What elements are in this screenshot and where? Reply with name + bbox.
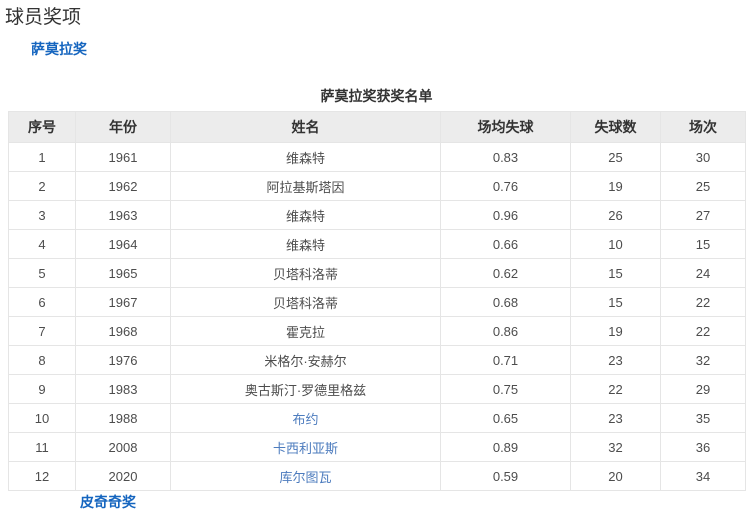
table-row: 3 1963 维森特 0.96 26 27 <box>8 200 746 230</box>
cell-no: 10 <box>8 403 76 433</box>
cell-matches: 27 <box>660 200 746 230</box>
header-cell-name: 姓名 <box>170 111 441 143</box>
table-row: 1 1961 维森特 0.83 25 30 <box>8 142 746 172</box>
header-cell-conceded: 失球数 <box>570 111 661 143</box>
cell-avg: 0.62 <box>440 258 571 288</box>
cell-matches: 30 <box>660 142 746 172</box>
cell-conceded: 15 <box>570 287 661 317</box>
table-row: 4 1964 维森特 0.66 10 15 <box>8 229 746 259</box>
cell-name: 维森特 <box>170 142 441 172</box>
cell-year: 1965 <box>75 258 171 288</box>
cell-year: 1961 <box>75 142 171 172</box>
cell-avg: 0.68 <box>440 287 571 317</box>
header-cell-year: 年份 <box>75 111 171 143</box>
cell-matches: 36 <box>660 432 746 462</box>
table-row: 6 1967 贝塔科洛蒂 0.68 15 22 <box>8 287 746 317</box>
cell-no: 1 <box>8 142 76 172</box>
cell-matches: 22 <box>660 316 746 346</box>
cell-matches: 29 <box>660 374 746 404</box>
cell-no: 5 <box>8 258 76 288</box>
table-row: 11 2008 卡西利亚斯 0.89 32 36 <box>8 432 746 462</box>
cell-avg: 0.71 <box>440 345 571 375</box>
header-cell-no: 序号 <box>8 111 76 143</box>
section-link-zamora[interactable]: 萨莫拉奖 <box>31 41 87 57</box>
partial-next-section-link[interactable]: 皮奇奇奖 <box>80 495 136 510</box>
cell-year: 1988 <box>75 403 171 433</box>
cell-year: 2008 <box>75 432 171 462</box>
cell-avg: 0.83 <box>440 142 571 172</box>
cell-conceded: 26 <box>570 200 661 230</box>
awards-table: 序号 年份 姓名 场均失球 失球数 场次 1 1961 维森特 0.83 25 … <box>8 111 746 491</box>
cell-name: 阿拉基斯塔因 <box>170 171 441 201</box>
cell-matches: 22 <box>660 287 746 317</box>
cell-no: 8 <box>8 345 76 375</box>
cell-year: 1983 <box>75 374 171 404</box>
cell-no: 9 <box>8 374 76 404</box>
cell-name-link[interactable]: 库尔图瓦 <box>170 461 441 491</box>
cell-matches: 24 <box>660 258 746 288</box>
table-row: 7 1968 霍克拉 0.86 19 22 <box>8 316 746 346</box>
header-cell-avg: 场均失球 <box>440 111 571 143</box>
cell-conceded: 15 <box>570 258 661 288</box>
cell-year: 1967 <box>75 287 171 317</box>
cell-conceded: 19 <box>570 316 661 346</box>
cell-conceded: 10 <box>570 229 661 259</box>
table-row: 12 2020 库尔图瓦 0.59 20 34 <box>8 461 746 491</box>
cell-conceded: 19 <box>570 171 661 201</box>
header-cell-matches: 场次 <box>660 111 746 143</box>
table-body: 1 1961 维森特 0.83 25 30 2 1962 阿拉基斯塔因 0.76… <box>8 142 746 491</box>
table-row: 10 1988 布约 0.65 23 35 <box>8 403 746 433</box>
cell-name: 霍克拉 <box>170 316 441 346</box>
cell-matches: 32 <box>660 345 746 375</box>
table-header-row: 序号 年份 姓名 场均失球 失球数 场次 <box>8 111 746 143</box>
table-caption: 萨莫拉奖获奖名单 <box>320 88 433 104</box>
cell-year: 1963 <box>75 200 171 230</box>
cell-avg: 0.76 <box>440 171 571 201</box>
cell-name: 米格尔·安赫尔 <box>170 345 441 375</box>
cell-no: 3 <box>8 200 76 230</box>
cell-no: 4 <box>8 229 76 259</box>
cell-matches: 35 <box>660 403 746 433</box>
cell-matches: 15 <box>660 229 746 259</box>
table-row: 5 1965 贝塔科洛蒂 0.62 15 24 <box>8 258 746 288</box>
cell-year: 1962 <box>75 171 171 201</box>
cell-avg: 0.59 <box>440 461 571 491</box>
cell-no: 11 <box>8 432 76 462</box>
cell-avg: 0.86 <box>440 316 571 346</box>
cell-year: 1968 <box>75 316 171 346</box>
cell-conceded: 20 <box>570 461 661 491</box>
cell-year: 2020 <box>75 461 171 491</box>
cell-no: 6 <box>8 287 76 317</box>
cell-conceded: 22 <box>570 374 661 404</box>
cell-name: 奥古斯汀·罗德里格兹 <box>170 374 441 404</box>
cell-name: 贝塔科洛蒂 <box>170 258 441 288</box>
cell-name: 维森特 <box>170 229 441 259</box>
cell-name: 贝塔科洛蒂 <box>170 287 441 317</box>
cell-avg: 0.89 <box>440 432 571 462</box>
table-row: 8 1976 米格尔·安赫尔 0.71 23 32 <box>8 345 746 375</box>
cell-avg: 0.65 <box>440 403 571 433</box>
cell-matches: 25 <box>660 171 746 201</box>
cell-avg: 0.96 <box>440 200 571 230</box>
cell-year: 1976 <box>75 345 171 375</box>
cell-conceded: 32 <box>570 432 661 462</box>
cell-matches: 34 <box>660 461 746 491</box>
cell-avg: 0.66 <box>440 229 571 259</box>
cell-conceded: 25 <box>570 142 661 172</box>
cell-conceded: 23 <box>570 403 661 433</box>
cell-conceded: 23 <box>570 345 661 375</box>
cell-no: 2 <box>8 171 76 201</box>
cell-no: 12 <box>8 461 76 491</box>
page-title: 球员奖项 <box>5 7 82 28</box>
table-row: 9 1983 奥古斯汀·罗德里格兹 0.75 22 29 <box>8 374 746 404</box>
cell-name-link[interactable]: 布约 <box>170 403 441 433</box>
cell-no: 7 <box>8 316 76 346</box>
cell-avg: 0.75 <box>440 374 571 404</box>
table-row: 2 1962 阿拉基斯塔因 0.76 19 25 <box>8 171 746 201</box>
cell-name-link[interactable]: 卡西利亚斯 <box>170 432 441 462</box>
cell-name: 维森特 <box>170 200 441 230</box>
cell-year: 1964 <box>75 229 171 259</box>
